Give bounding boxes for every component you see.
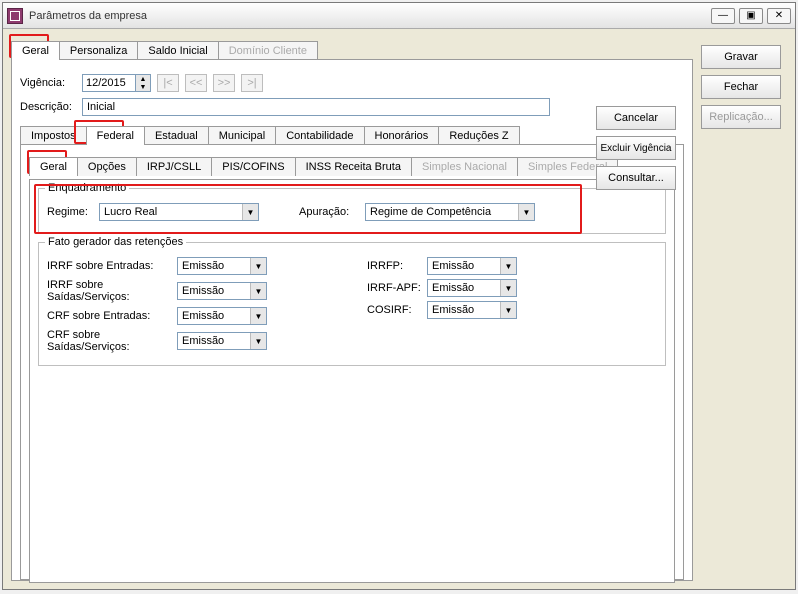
vigencia-spinner[interactable]: ▲▼ <box>82 74 151 92</box>
chevron-down-icon[interactable]: ▼ <box>500 302 516 318</box>
gravar-button[interactable]: Gravar <box>701 45 781 69</box>
descricao-input[interactable] <box>82 98 550 116</box>
consultar-button[interactable]: Consultar... <box>596 166 676 190</box>
subtab-irpj-csll[interactable]: IRPJ/CSLL <box>136 157 212 176</box>
regime-combo[interactable]: Lucro Real▼ <box>99 203 259 221</box>
chevron-down-icon[interactable]: ▼ <box>250 308 266 324</box>
irrf-saidas-label: IRRF sobre Saídas/Serviços: <box>47 279 177 303</box>
tab-municipal[interactable]: Municipal <box>208 126 276 145</box>
cosirf-combo[interactable]: Emissão▼ <box>427 301 517 319</box>
subtab-geral[interactable]: Geral <box>29 157 78 176</box>
nav-first-button[interactable]: |< <box>157 74 179 92</box>
window-title: Parâmetros da empresa <box>29 10 707 22</box>
chevron-down-icon[interactable]: ▼ <box>500 258 516 274</box>
irrfapf-combo[interactable]: Emissão▼ <box>427 279 517 297</box>
spin-down-icon[interactable]: ▼ <box>136 83 150 91</box>
close-button[interactable]: ✕ <box>767 8 791 24</box>
tab-personaliza[interactable]: Personaliza <box>59 41 138 60</box>
apuracao-value: Regime de Competência <box>366 206 518 218</box>
tab-impostos[interactable]: Impostos <box>20 126 87 145</box>
crf-entradas-combo[interactable]: Emissão▼ <box>177 307 267 325</box>
enquadramento-title: Enquadramento <box>45 182 129 194</box>
irrfp-combo[interactable]: Emissão▼ <box>427 257 517 275</box>
crf-entradas-label: CRF sobre Entradas: <box>47 310 177 322</box>
tab-federal[interactable]: Federal <box>86 126 145 145</box>
nav-next-button[interactable]: >> <box>213 74 235 92</box>
right-sidebar: Gravar Fechar Replicação... <box>701 37 787 581</box>
cosirf-label: COSIRF: <box>367 304 427 316</box>
geral-subpanel: Enquadramento Regime: Lucro Real▼ Apuraç… <box>29 179 675 583</box>
tab-geral[interactable]: Geral <box>11 41 60 60</box>
mid-buttons: Cancelar Excluir Vigência Consultar... <box>596 106 682 196</box>
irrfp-label: IRRFP: <box>367 260 427 272</box>
chevron-down-icon[interactable]: ▼ <box>250 258 266 274</box>
irrfapf-label: IRRF-APF: <box>367 282 427 294</box>
window: Parâmetros da empresa — ▣ ✕ Geral Person… <box>2 2 796 590</box>
irrf-entradas-label: IRRF sobre Entradas: <box>47 260 177 272</box>
federal-panel: Geral Opções IRPJ/CSLL PIS/COFINS INSS R… <box>20 144 684 580</box>
irrf-saidas-combo[interactable]: Emissão▼ <box>177 282 267 300</box>
titlebar: Parâmetros da empresa — ▣ ✕ <box>3 3 795 29</box>
fechar-button[interactable]: Fechar <box>701 75 781 99</box>
chevron-down-icon[interactable]: ▼ <box>518 204 534 220</box>
spin-up-icon[interactable]: ▲ <box>136 75 150 83</box>
subtab-opcoes[interactable]: Opções <box>77 157 137 176</box>
crf-saidas-combo[interactable]: Emissão▼ <box>177 332 267 350</box>
regime-value: Lucro Real <box>100 206 242 218</box>
minimize-button[interactable]: — <box>711 8 735 24</box>
subtab-inss[interactable]: INSS Receita Bruta <box>295 157 412 176</box>
cancelar-button[interactable]: Cancelar <box>596 106 676 130</box>
tab-estadual[interactable]: Estadual <box>144 126 209 145</box>
nav-prev-button[interactable]: << <box>185 74 207 92</box>
vigencia-input[interactable] <box>82 74 136 92</box>
retencoes-group: Fato gerador das retenções IRRF sobre En… <box>38 242 666 366</box>
tab-contabilidade[interactable]: Contabilidade <box>275 126 364 145</box>
main-panel: Geral Personaliza Saldo Inicial Domínio … <box>11 37 693 581</box>
subtab-simples-nacional: Simples Nacional <box>411 157 518 176</box>
replicacao-button: Replicação... <box>701 105 781 129</box>
chevron-down-icon[interactable]: ▼ <box>250 333 266 349</box>
regime-label: Regime: <box>47 206 93 218</box>
vigencia-label: Vigência: <box>20 77 76 89</box>
excluir-vigencia-button[interactable]: Excluir Vigência <box>596 136 676 160</box>
tab-reducoes-z[interactable]: Reduções Z <box>438 126 519 145</box>
crf-saidas-label: CRF sobre Saídas/Serviços: <box>47 329 177 353</box>
tax-tabs: Impostos Federal Estadual Municipal Cont… <box>20 122 684 144</box>
retencoes-title: Fato gerador das retenções <box>45 236 186 248</box>
irrf-entradas-combo[interactable]: Emissão▼ <box>177 257 267 275</box>
subtab-pis-cofins[interactable]: PIS/COFINS <box>211 157 295 176</box>
sub-tabs: Geral Opções IRPJ/CSLL PIS/COFINS INSS R… <box>29 153 675 175</box>
nav-last-button[interactable]: >| <box>241 74 263 92</box>
tab-saldo-inicial[interactable]: Saldo Inicial <box>137 41 218 60</box>
enquadramento-group: Enquadramento Regime: Lucro Real▼ Apuraç… <box>38 188 666 234</box>
descricao-label: Descrição: <box>20 101 76 113</box>
tab-dominio-cliente: Domínio Cliente <box>218 41 318 60</box>
tab-honorarios[interactable]: Honorários <box>364 126 440 145</box>
chevron-down-icon[interactable]: ▼ <box>242 204 258 220</box>
chevron-down-icon[interactable]: ▼ <box>250 283 266 299</box>
apuracao-combo[interactable]: Regime de Competência▼ <box>365 203 535 221</box>
apuracao-label: Apuração: <box>299 206 359 218</box>
maximize-button[interactable]: ▣ <box>739 8 763 24</box>
content-panel: Vigência: ▲▼ |< << >> >| Descrição: <box>11 59 693 581</box>
app-icon <box>7 8 23 24</box>
top-tabs: Geral Personaliza Saldo Inicial Domínio … <box>11 37 693 59</box>
chevron-down-icon[interactable]: ▼ <box>500 280 516 296</box>
